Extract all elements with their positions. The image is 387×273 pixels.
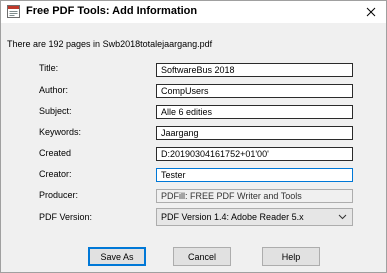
title-label: Title:: [39, 63, 59, 73]
subject-field[interactable]: Alle 6 edities: [156, 105, 353, 119]
page-count-info: There are 192 pages in Swb2018totalejaar…: [7, 39, 213, 49]
title-bar[interactable]: Free PDF Tools: Add Information: [1, 1, 386, 23]
pdf-version-select[interactable]: PDF Version 1.4: Adobe Reader 5.x: [156, 208, 353, 226]
window-title: Free PDF Tools: Add Information: [26, 5, 198, 17]
close-icon: [366, 7, 376, 17]
created-label: Created: [39, 148, 72, 158]
help-button[interactable]: Help: [262, 247, 320, 266]
keywords-field[interactable]: Jaargang: [156, 126, 353, 140]
creator-field[interactable]: Tester: [156, 168, 353, 182]
author-field[interactable]: CompUsers: [156, 84, 353, 98]
keywords-label: Keywords:: [39, 127, 82, 137]
title-field[interactable]: SoftwareBus 2018: [156, 63, 353, 77]
pdf-version-value: PDF Version 1.4: Adobe Reader 5.x: [161, 212, 304, 222]
pdf-version-label: PDF Version:: [39, 212, 93, 222]
chevron-down-icon: [338, 214, 347, 220]
save-as-button[interactable]: Save As: [88, 247, 146, 266]
add-information-dialog: Free PDF Tools: Add Information There ar…: [0, 0, 387, 273]
creator-label: Creator:: [39, 169, 72, 179]
producer-label: Producer:: [39, 190, 79, 200]
pdf-app-icon: [7, 5, 20, 18]
created-field[interactable]: D:20190304161752+01'00': [156, 147, 353, 161]
producer-field: PDFill: FREE PDF Writer and Tools: [156, 189, 353, 203]
subject-label: Subject:: [39, 106, 72, 116]
close-button[interactable]: [360, 2, 382, 22]
cancel-button[interactable]: Cancel: [173, 247, 231, 266]
author-label: Author:: [39, 85, 69, 95]
